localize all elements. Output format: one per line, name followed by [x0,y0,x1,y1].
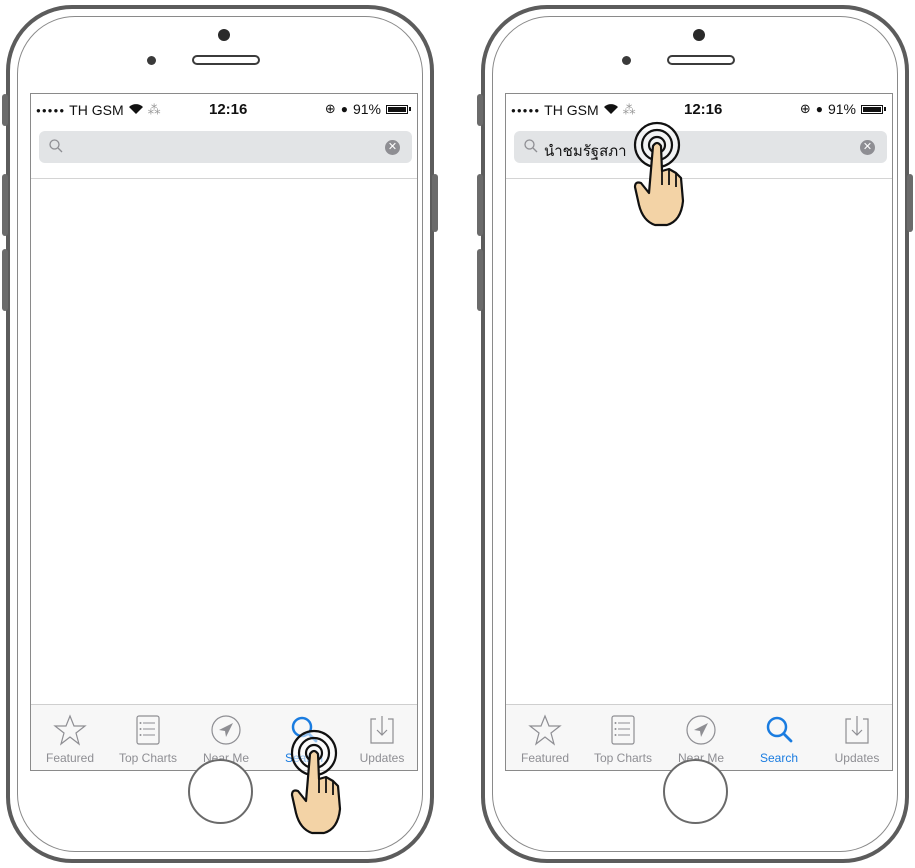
location-icon [211,715,241,745]
signal-dots-icon: ●●●●● [36,105,66,115]
earpiece-speaker [667,55,735,65]
alarm-icon: ● [340,102,348,116]
clear-search-icon[interactable]: ✕ [860,140,875,155]
volume-up-button [477,174,483,236]
front-camera [693,29,705,41]
list-icon [611,715,635,745]
tab-updates[interactable]: Updates [818,705,892,770]
tab-search[interactable]: Search [740,705,818,770]
volume-up-button [2,174,8,236]
tab-label: Search [759,751,799,765]
screen: ●●●●● TH GSM ⁂ 12:16 ⊕ ● 91% นำชมรัฐสภา … [505,93,893,771]
tab-label: Featured [520,751,570,765]
tab-featured[interactable]: Featured [506,705,584,770]
volume-down-button [477,249,483,311]
battery-percent: 91% [352,101,381,117]
carrier-name: TH GSM [69,102,124,118]
tab-top-charts[interactable]: Top Charts [584,705,662,770]
home-button [188,759,253,824]
tab-top-charts[interactable]: Top Charts [109,705,187,770]
search-glass-icon [49,139,63,153]
tab-label: Updates [834,751,880,765]
volume-down-button [2,249,8,311]
activity-spinner-icon: ⁂ [147,102,161,117]
tap-gesture-hand-icon [290,729,342,835]
alarm-icon: ● [815,102,823,116]
signal-dots-icon: ●●●●● [511,105,541,115]
status-bar: ●●●●● TH GSM ⁂ 12:16 ⊕ ● 91% [31,94,417,124]
wifi-icon [128,102,144,118]
mute-switch [477,94,483,126]
status-bar: ●●●●● TH GSM ⁂ 12:16 ⊕ ● 91% [506,94,892,124]
tab-label: Updates [359,751,405,765]
updates-icon [845,716,869,744]
tab-label: Featured [45,751,95,765]
status-time: 12:16 [684,101,723,118]
power-button [432,174,438,232]
star-icon [53,714,87,746]
proximity-sensor [147,56,156,65]
activity-spinner-icon: ⁂ [622,102,636,117]
status-time: 12:16 [209,101,248,118]
search-field[interactable]: นำชมรัฐสภา ✕ [514,131,887,163]
search-field[interactable]: ✕ [39,131,412,163]
tab-updates[interactable]: Updates [343,705,417,770]
proximity-sensor [622,56,631,65]
clear-search-icon[interactable]: ✕ [385,140,400,155]
power-button [907,174,913,232]
tab-label: Top Charts [118,751,178,765]
battery-icon [861,104,883,114]
search-icon [766,716,793,743]
battery-icon [386,104,408,114]
screen: ●●●●● TH GSM ⁂ 12:16 ⊕ ● 91% ✕ Featured … [30,93,418,771]
phone-step-1: ●●●●● TH GSM ⁂ 12:16 ⊕ ● 91% ✕ Featured … [2,5,438,863]
nav-divider [506,178,892,179]
tap-gesture-hand-icon [633,121,685,227]
rotation-lock-icon: ⊕ [324,101,336,116]
updates-icon [370,716,394,744]
home-button [663,759,728,824]
wifi-icon [603,102,619,118]
rotation-lock-icon: ⊕ [799,101,811,116]
location-icon [686,715,716,745]
mute-switch [2,94,8,126]
earpiece-speaker [192,55,260,65]
list-icon [136,715,160,745]
phone-step-2: ●●●●● TH GSM ⁂ 12:16 ⊕ ● 91% นำชมรัฐสภา … [477,5,913,863]
tab-label: Top Charts [593,751,653,765]
search-input[interactable]: นำชมรัฐสภา [544,139,627,163]
carrier-name: TH GSM [544,102,599,118]
nav-divider [31,178,417,179]
battery-percent: 91% [827,101,856,117]
star-icon [528,714,562,746]
tab-featured[interactable]: Featured [31,705,109,770]
front-camera [218,29,230,41]
search-glass-icon [524,139,538,153]
